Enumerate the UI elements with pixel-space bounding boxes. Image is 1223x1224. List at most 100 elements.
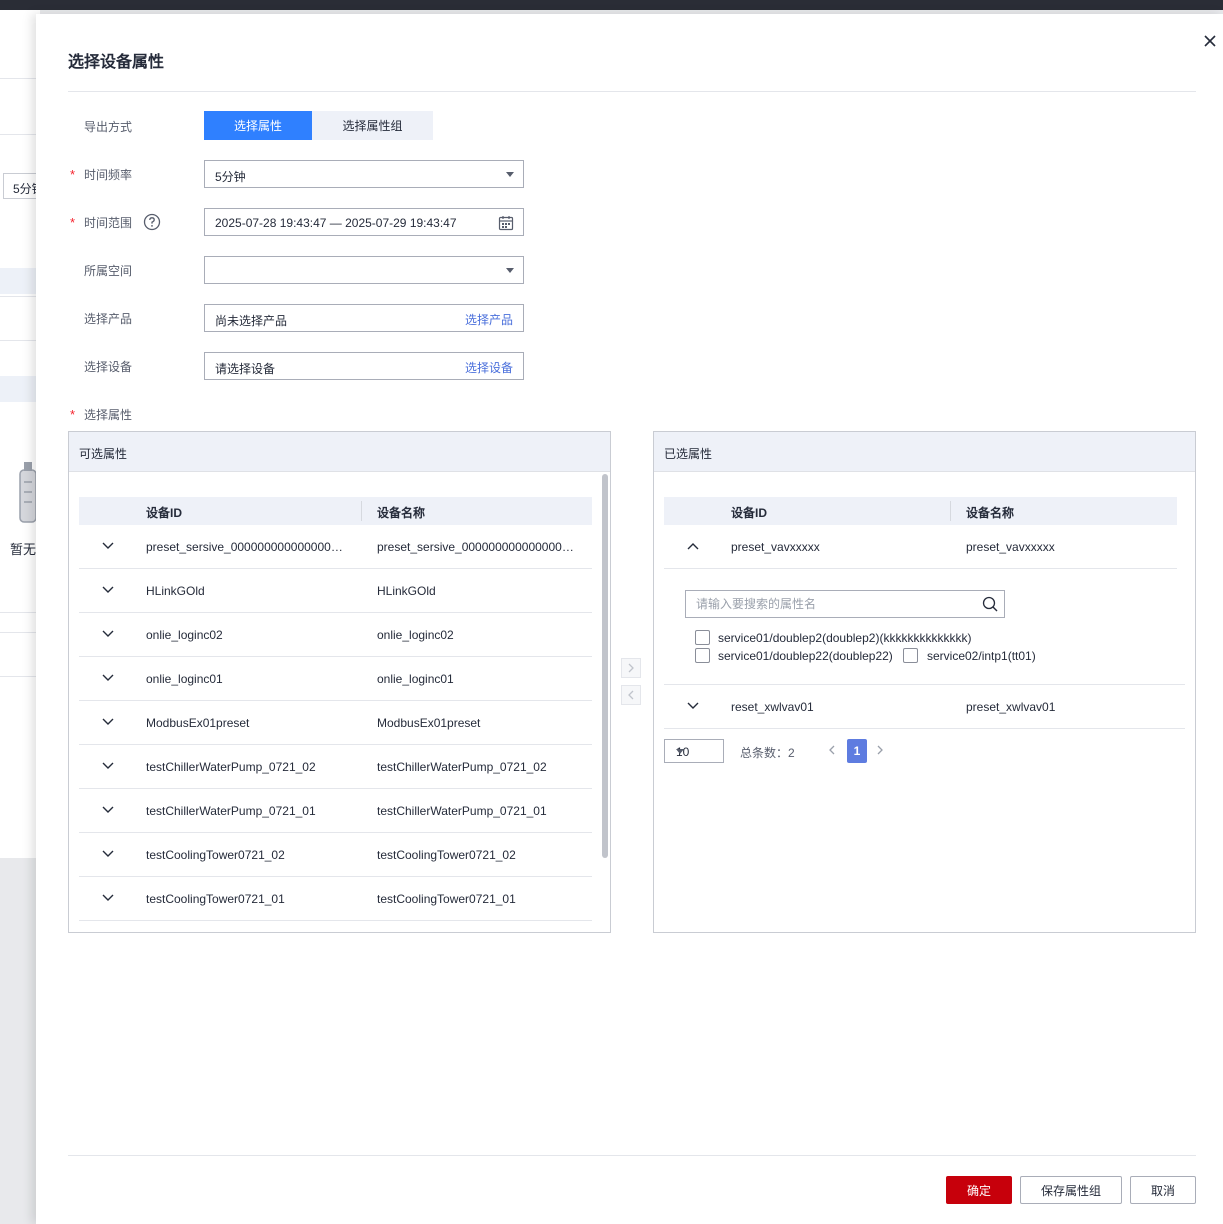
top-bar <box>0 0 1223 10</box>
empty-state-icon <box>19 462 37 523</box>
device-id: testChillerWaterPump_0721_01 <box>146 804 316 818</box>
table-row[interactable]: onlie_loginc02 onlie_loginc02 <box>79 613 592 657</box>
device-name: testChillerWaterPump_0721_02 <box>377 760 547 774</box>
device-id: onlie_loginc02 <box>146 628 223 642</box>
scrollbar[interactable] <box>602 474 608 858</box>
chevron-down-icon[interactable] <box>101 805 115 815</box>
col-device-name: 设备名称 <box>377 506 426 520</box>
next-page-icon[interactable] <box>875 744 885 756</box>
device-name: testCoolingTower0721_01 <box>377 892 516 906</box>
help-icon[interactable] <box>143 213 161 231</box>
bg-table-header <box>0 376 40 402</box>
device-id: preset_vavxxxxx <box>731 540 820 554</box>
search-icon[interactable] <box>982 596 998 612</box>
select-device-link[interactable]: 选择设备 <box>465 359 513 376</box>
select-product-link[interactable]: 选择产品 <box>465 311 513 328</box>
device-name: ModbusEx01preset <box>377 716 481 730</box>
caret-down-icon <box>506 172 514 177</box>
table-row[interactable]: testChillerWaterPump_0721_01 testChillerW… <box>79 789 592 833</box>
attribute-label: service02/intp1(tt01) <box>927 649 1036 663</box>
frequency-select[interactable]: 5分钟 <box>204 160 524 188</box>
footer-divider <box>68 1155 1196 1156</box>
time-range-value: 2025-07-28 19:43:47 — 2025-07-29 19:43:4… <box>215 216 457 230</box>
col-separator <box>950 501 951 521</box>
space-label: 所属空间 <box>84 264 133 278</box>
table-row[interactable]: testCoolingTower0721_02 testCoolingTower0… <box>79 833 592 877</box>
time-range-picker[interactable]: 2025-07-28 19:43:47 — 2025-07-29 19:43:4… <box>204 208 524 236</box>
chevron-down-icon[interactable] <box>101 849 115 859</box>
table-row[interactable]: HLinkGOld HLinkGOld <box>79 569 592 613</box>
chevron-up-icon[interactable] <box>686 541 700 551</box>
attribute-checkbox[interactable] <box>903 648 918 663</box>
required-mark: * <box>70 407 76 422</box>
table-row[interactable]: testCoolingTower0721_01 testCoolingTower0… <box>79 877 592 921</box>
select-device-attributes-drawer: 选择设备属性 导出方式 选择属性 选择属性组 * 时间频率 5分钟 * 时间范围… <box>36 14 1223 1224</box>
close-icon[interactable] <box>1201 32 1219 50</box>
device-id: ModbusEx01preset <box>146 716 250 730</box>
bg-table-header <box>0 268 40 294</box>
select-attribute-group-mode-button[interactable]: 选择属性组 <box>312 111 433 140</box>
table-row[interactable]: preset_vavxxxxx preset_vavxxxxx <box>664 525 1177 569</box>
title-divider <box>68 91 1196 92</box>
chevron-down-icon[interactable] <box>101 585 115 595</box>
chevron-down-icon[interactable] <box>101 893 115 903</box>
chevron-down-icon[interactable] <box>101 717 115 727</box>
empty-state-text: 暂无 <box>10 542 37 557</box>
save-attribute-group-button[interactable]: 保存属性组 <box>1020 1176 1122 1204</box>
page-size-select[interactable]: 10 <box>664 739 724 763</box>
table-row[interactable]: ModbusEx01preset ModbusEx01preset <box>79 701 592 745</box>
cancel-button[interactable]: 取消 <box>1130 1176 1196 1204</box>
move-right-button[interactable] <box>621 658 641 678</box>
bg-divider <box>0 296 40 297</box>
device-id: reset_xwlvav01 <box>731 700 814 714</box>
caret-down-icon <box>506 268 514 273</box>
attribute-label: service01/doublep2(doublep2)(kkkkkkkkkkk… <box>718 631 972 645</box>
available-panel-title: 可选属性 <box>69 432 610 472</box>
device-id: testCoolingTower0721_02 <box>146 848 285 862</box>
table-row[interactable]: onlie_loginc01 onlie_loginc01 <box>79 657 592 701</box>
attribute-search-input[interactable] <box>686 591 976 617</box>
chevron-down-icon[interactable] <box>101 541 115 551</box>
device-id: onlie_loginc01 <box>146 672 223 686</box>
product-value: 尚未选择产品 <box>215 314 288 328</box>
required-mark: * <box>70 167 76 182</box>
bg-divider <box>0 612 40 613</box>
space-select[interactable] <box>204 256 524 284</box>
total-count: 总条数：2 <box>740 746 795 760</box>
attribute-checkbox[interactable] <box>695 630 710 645</box>
device-name: testChillerWaterPump_0721_01 <box>377 804 547 818</box>
table-row[interactable]: reset_xwlvav01 preset_xwlvav01 <box>664 685 1185 729</box>
calendar-icon[interactable] <box>498 215 514 231</box>
available-table: 设备ID 设备名称 preset_sersive_000000000000000… <box>79 497 592 927</box>
table-header: 设备ID 设备名称 <box>664 497 1177 525</box>
device-label: 选择设备 <box>84 360 133 374</box>
available-attributes-panel: 可选属性 设备ID 设备名称 preset_sersive_0000000000… <box>68 431 611 933</box>
chevron-down-icon[interactable] <box>101 629 115 639</box>
device-name: HLinkGOld <box>377 584 436 598</box>
attributes-label: 选择属性 <box>84 408 133 422</box>
bg-divider <box>0 340 40 341</box>
bg-divider <box>0 78 40 79</box>
bg-divider <box>0 632 40 633</box>
chevron-down-icon[interactable] <box>686 701 700 711</box>
chevron-down-icon[interactable] <box>101 761 115 771</box>
attribute-checkbox[interactable] <box>695 648 710 663</box>
confirm-button[interactable]: 确定 <box>946 1176 1012 1204</box>
device-name: testCoolingTower0721_02 <box>377 848 516 862</box>
device-id: preset_sersive_000000000000000000 <box>146 540 346 554</box>
prev-page-icon[interactable] <box>827 744 837 756</box>
page-number[interactable]: 1 <box>847 739 867 763</box>
device-id: testCoolingTower0721_01 <box>146 892 285 906</box>
col-device-id: 设备ID <box>731 506 768 520</box>
device-value: 请选择设备 <box>215 362 276 376</box>
caret-down-icon <box>676 749 684 754</box>
device-name: preset_xwlvav01 <box>966 700 1056 714</box>
move-left-button[interactable] <box>621 685 641 705</box>
required-mark: * <box>70 215 76 230</box>
table-row[interactable]: testChillerWaterPump_0721_02 testChillerW… <box>79 745 592 789</box>
chevron-down-icon[interactable] <box>101 673 115 683</box>
col-device-id: 设备ID <box>146 506 183 520</box>
attribute-search[interactable] <box>685 590 1005 618</box>
table-row[interactable]: preset_sersive_000000000000000000 preset_… <box>79 525 592 569</box>
select-attributes-mode-button[interactable]: 选择属性 <box>204 111 312 140</box>
